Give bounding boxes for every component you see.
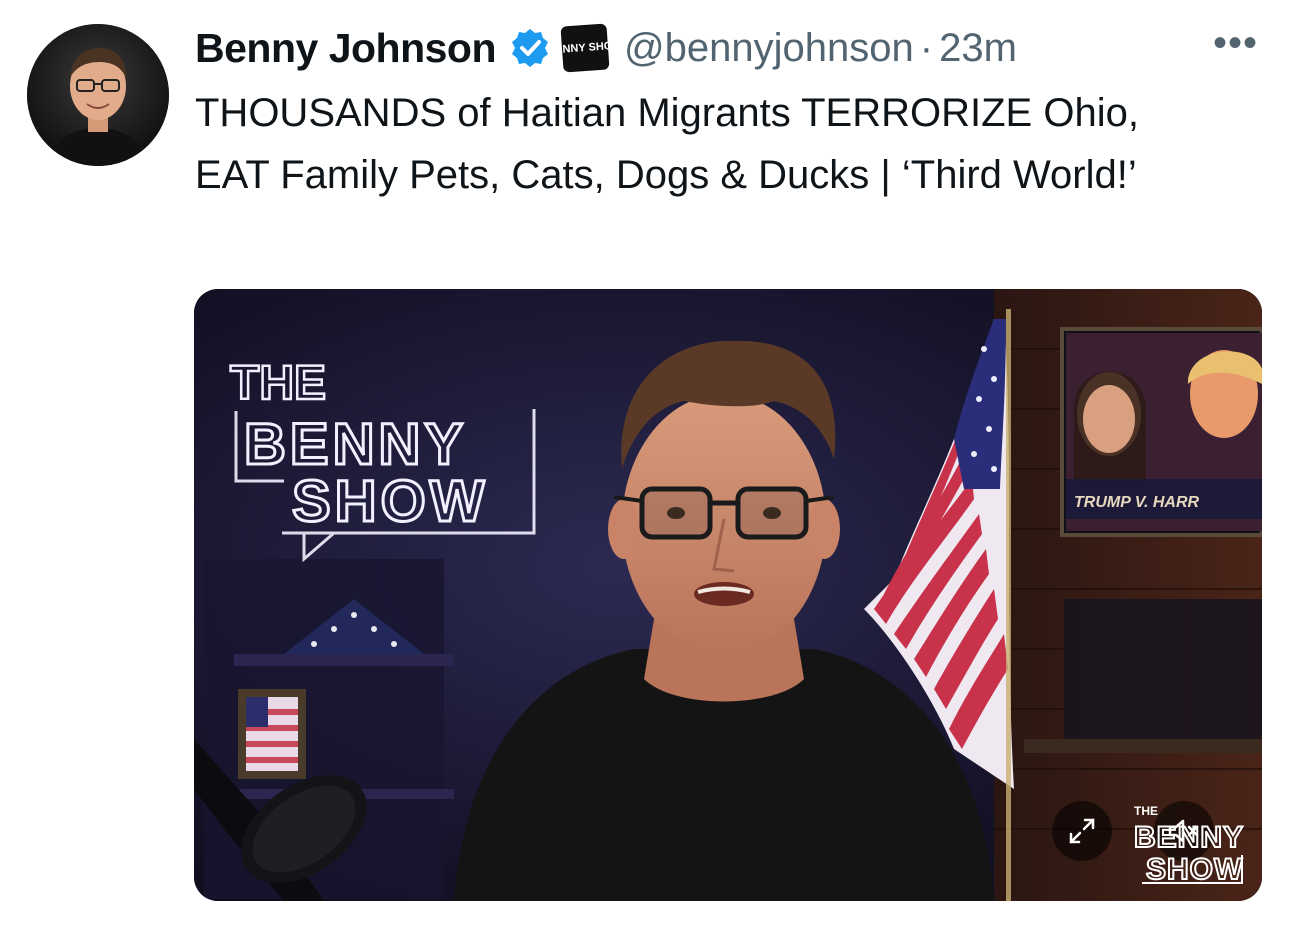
neon-sign-line1: THE [230,357,326,410]
author-name[interactable]: Benny Johnson [195,25,497,72]
affiliation-badge-icon[interactable]: BENNY SHOW [547,23,623,73]
watermark-line3: SHOW [1146,853,1243,886]
affiliation-badge-label: BENNY SHOW [546,38,624,57]
tweet[interactable]: Benny Johnson BENNY SHOW @bennyjohnson ·… [0,0,1290,931]
more-options-button[interactable]: ••• [1213,23,1258,63]
neon-sign-line3: SHOW [292,469,488,534]
expand-icon [1067,816,1097,846]
tweet-header: Benny Johnson BENNY SHOW @bennyjohnson ·… [195,20,1017,76]
avatar[interactable] [27,24,169,166]
neon-sign-line2: BENNY [244,412,467,477]
watermark-line1: THE [1134,804,1158,818]
watermark-line2: BENNY [1134,821,1244,854]
tweet-text: THOUSANDS of Haitian Migrants TERRORIZE … [195,91,1139,197]
show-watermark: THE BENNY SHOW [1128,797,1246,887]
more-horizontal-icon: ••• [1213,21,1259,65]
verified-badge-icon[interactable] [508,26,552,70]
timestamp[interactable]: 23m [939,26,1017,71]
author-handle[interactable]: @bennyjohnson [624,26,914,71]
wall-screen-caption: TRUMP V. HARR [1074,494,1199,511]
video-player[interactable]: TRUMP V. HARR THE BENNY SHOW THE BENNY S… [194,289,1262,901]
separator-dot: · [919,25,934,70]
expand-button[interactable] [1052,801,1112,861]
